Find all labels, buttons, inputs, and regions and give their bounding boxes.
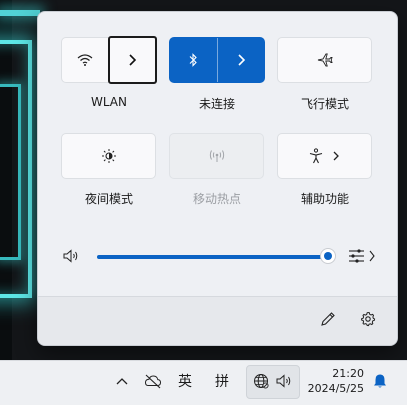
pencil-icon: [321, 312, 335, 326]
accessibility-icon: [309, 148, 323, 164]
bluetooth-more-button[interactable]: [216, 38, 265, 82]
wlan-tile[interactable]: [61, 36, 157, 84]
show-hidden-icons-button[interactable]: [113, 372, 131, 390]
network-disconnected-icon: [144, 374, 162, 389]
edit-quick-settings-button[interactable]: [318, 309, 338, 329]
notification-center-button[interactable]: [371, 372, 389, 390]
volume-mute-button[interactable]: [62, 247, 82, 265]
speaker-icon: [63, 249, 78, 263]
bluetooth-tile[interactable]: [169, 37, 265, 83]
chevron-up-icon: [116, 378, 128, 385]
tile-label-wlan: WLAN: [90, 95, 127, 109]
volume-status: [275, 372, 295, 390]
night-light-tile[interactable]: [61, 133, 156, 179]
clock-button[interactable]: 21:20 2024/5/25: [298, 366, 364, 396]
chevron-right-icon: [333, 151, 339, 161]
tile-label-mobile-hotspot: 移动热点: [192, 192, 241, 206]
clock-time: 21:20: [332, 367, 364, 380]
accessibility-tile[interactable]: [277, 133, 372, 179]
mobile-hotspot-tile[interactable]: [169, 133, 264, 179]
clock-date: 2024/5/25: [307, 382, 364, 395]
quick-settings-footer: [38, 296, 397, 345]
bluetooth-toggle[interactable]: [170, 38, 217, 82]
input-language-indicator[interactable]: 英: [174, 371, 196, 391]
chevron-right-icon: [238, 54, 245, 66]
volume-slider-thumb[interactable]: [320, 248, 336, 264]
tile-label-accessibility: 辅助功能: [300, 192, 349, 206]
gear-icon: [361, 311, 376, 327]
airplane-icon: [317, 53, 333, 67]
hotspot-icon: [209, 150, 224, 162]
wlan-more-button[interactable]: [107, 36, 157, 84]
audio-output-button[interactable]: [345, 246, 377, 266]
network-status-button[interactable]: [142, 371, 164, 391]
chevron-right-icon: [129, 54, 137, 66]
tile-label-bluetooth: 未连接: [198, 97, 235, 111]
brightness-icon: [101, 149, 116, 163]
globe-icon: [254, 374, 269, 389]
airplane-mode-tile[interactable]: [277, 37, 372, 83]
input-mode-indicator[interactable]: 拼: [211, 371, 233, 391]
bell-icon: [374, 374, 386, 388]
speaker-icon: [276, 374, 291, 388]
tile-label-night-light: 夜间模式: [84, 192, 133, 206]
bluetooth-icon: [189, 53, 198, 67]
volume-slider-track[interactable]: [97, 255, 329, 259]
accessibility-tile-content: [309, 148, 340, 164]
wlan-toggle[interactable]: [62, 38, 108, 82]
tile-label-airplane-mode: 飞行模式: [300, 97, 349, 111]
globe-status: [252, 372, 270, 390]
settings-button[interactable]: [358, 309, 378, 329]
neon-decoration: [0, 10, 40, 16]
neon-decoration: [0, 84, 21, 260]
audio-output-icon: [349, 249, 375, 263]
wifi-icon: [77, 54, 93, 66]
